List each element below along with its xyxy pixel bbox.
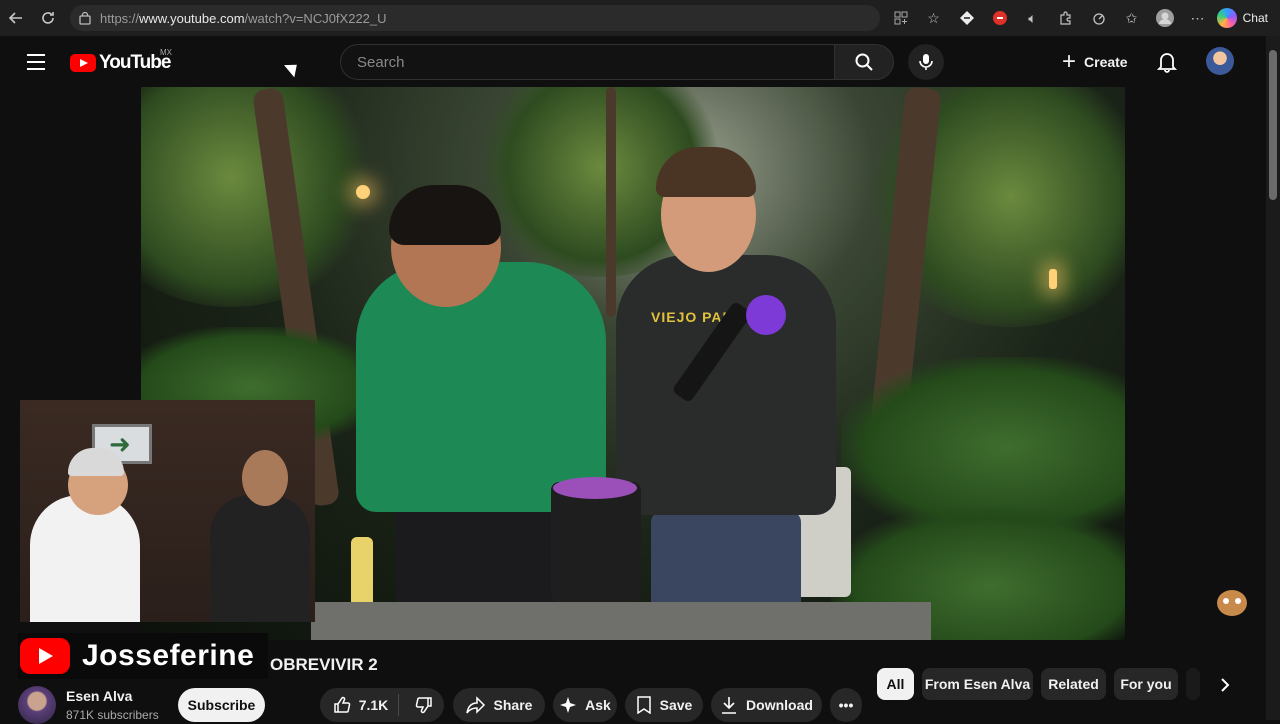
dislike-button[interactable] xyxy=(407,694,441,716)
youtube-play-icon xyxy=(70,54,96,72)
chip-for-you[interactable]: For you xyxy=(1114,668,1178,700)
more-options-icon[interactable]: ⋯ xyxy=(1181,0,1214,36)
search-button[interactable] xyxy=(834,44,894,80)
candle xyxy=(351,537,373,607)
search-field[interactable] xyxy=(340,44,834,80)
like-dislike-group: 7.1K xyxy=(320,688,444,722)
street-lamp xyxy=(356,185,370,199)
thumbs-up-icon xyxy=(333,696,350,713)
webcam-person-head xyxy=(242,450,288,506)
browser-extensions: ☆ 🔈︎ ✩ ⋯ xyxy=(884,0,1214,36)
thumbs-down-icon xyxy=(416,697,433,714)
save-button[interactable]: Save xyxy=(625,688,703,722)
notifications-button[interactable] xyxy=(1154,49,1180,75)
create-label: Create xyxy=(1084,54,1128,70)
site-info-icon[interactable] xyxy=(78,11,92,25)
webcam-person-white-shirt xyxy=(30,495,140,622)
search-input[interactable] xyxy=(357,53,834,71)
more-dots-icon: ••• xyxy=(838,697,854,713)
speaker-muted-icon[interactable]: 🔈︎ xyxy=(1016,0,1049,36)
webcam-overlay xyxy=(20,400,315,622)
like-button[interactable]: 7.1K xyxy=(323,694,400,716)
performance-icon[interactable] xyxy=(1082,0,1115,36)
street-lamp xyxy=(1049,269,1057,289)
chip-all[interactable]: All xyxy=(877,668,914,700)
trash-bin-lid xyxy=(553,477,637,499)
download-button[interactable]: Download xyxy=(711,688,822,722)
person-black-shirt xyxy=(616,255,836,515)
create-button[interactable]: + Create xyxy=(1056,48,1134,76)
more-actions-button[interactable]: ••• xyxy=(830,688,862,722)
download-icon xyxy=(722,697,737,714)
bell-icon xyxy=(1157,53,1177,73)
share-button[interactable]: Share xyxy=(453,688,545,722)
channel-name[interactable]: Esen Alva xyxy=(66,688,132,704)
streamer-name: Josseferine xyxy=(82,639,255,672)
bookmark-icon xyxy=(636,696,651,714)
person-hair xyxy=(389,185,501,245)
share-arrow-icon xyxy=(465,696,485,714)
youtube-logo-icon xyxy=(20,638,70,674)
favorites-list-icon[interactable]: ✩ xyxy=(1115,0,1148,36)
chip-from-channel[interactable]: From Esen Alva xyxy=(922,668,1033,700)
profile-icon[interactable] xyxy=(1148,0,1181,36)
youtube-logo[interactable]: YouTube MX xyxy=(70,48,172,74)
copilot-chat-button[interactable]: Chat xyxy=(1216,6,1268,30)
subscribe-button[interactable]: Subscribe xyxy=(178,688,265,722)
microphone-icon xyxy=(919,54,933,70)
scrollbar-thumb[interactable] xyxy=(1269,50,1277,200)
microphone-foam xyxy=(746,295,786,335)
ask-button[interactable]: Ask xyxy=(553,688,617,722)
channel-avatar[interactable] xyxy=(18,686,56,724)
ask-label: Ask xyxy=(585,697,611,713)
refresh-icon[interactable] xyxy=(32,0,64,36)
person-green-sweater xyxy=(356,262,606,512)
video-title: OBREVIVIR 2 xyxy=(270,655,378,674)
webcam-person-black-jacket xyxy=(210,495,310,622)
plus-icon: + xyxy=(1062,48,1077,75)
copilot-icon xyxy=(1216,8,1237,28)
like-count: 7.1K xyxy=(358,697,389,713)
region-code: MX xyxy=(160,48,172,57)
page-scrollbar[interactable] xyxy=(1266,36,1280,720)
extension-diamond-icon[interactable] xyxy=(950,0,983,36)
streamer-name-tag: Josseferine xyxy=(18,633,268,679)
download-label: Download xyxy=(746,697,813,713)
url-text: https://www.youtube.com/watch?v=NCJ0fX22… xyxy=(100,10,387,26)
save-label: Save xyxy=(659,697,693,713)
chip-related[interactable]: Related xyxy=(1041,668,1106,700)
voice-search-button[interactable] xyxy=(908,44,944,80)
app-available-icon[interactable] xyxy=(884,0,917,36)
adblock-icon[interactable] xyxy=(983,0,1016,36)
tree-trunk xyxy=(606,87,616,317)
search-icon xyxy=(855,53,873,71)
account-avatar[interactable] xyxy=(1206,47,1234,75)
puzzle-extensions-icon[interactable] xyxy=(1049,0,1082,36)
stone-table xyxy=(311,602,931,640)
chip-partial[interactable] xyxy=(1186,668,1200,700)
monkey-emoji-icon xyxy=(1217,590,1247,616)
favorite-star-icon[interactable]: ☆ xyxy=(917,0,950,36)
youtube-header: YouTube MX + Create xyxy=(0,36,1266,88)
address-bar[interactable]: https://www.youtube.com/watch?v=NCJ0fX22… xyxy=(70,5,880,31)
share-label: Share xyxy=(493,697,533,713)
chevron-right-icon[interactable] xyxy=(1210,670,1240,700)
sparkle-icon xyxy=(560,697,577,713)
back-arrow-icon[interactable] xyxy=(0,0,32,36)
trash-bin xyxy=(551,482,641,602)
chat-label: Chat xyxy=(1242,11,1268,25)
menu-icon[interactable] xyxy=(24,52,48,72)
